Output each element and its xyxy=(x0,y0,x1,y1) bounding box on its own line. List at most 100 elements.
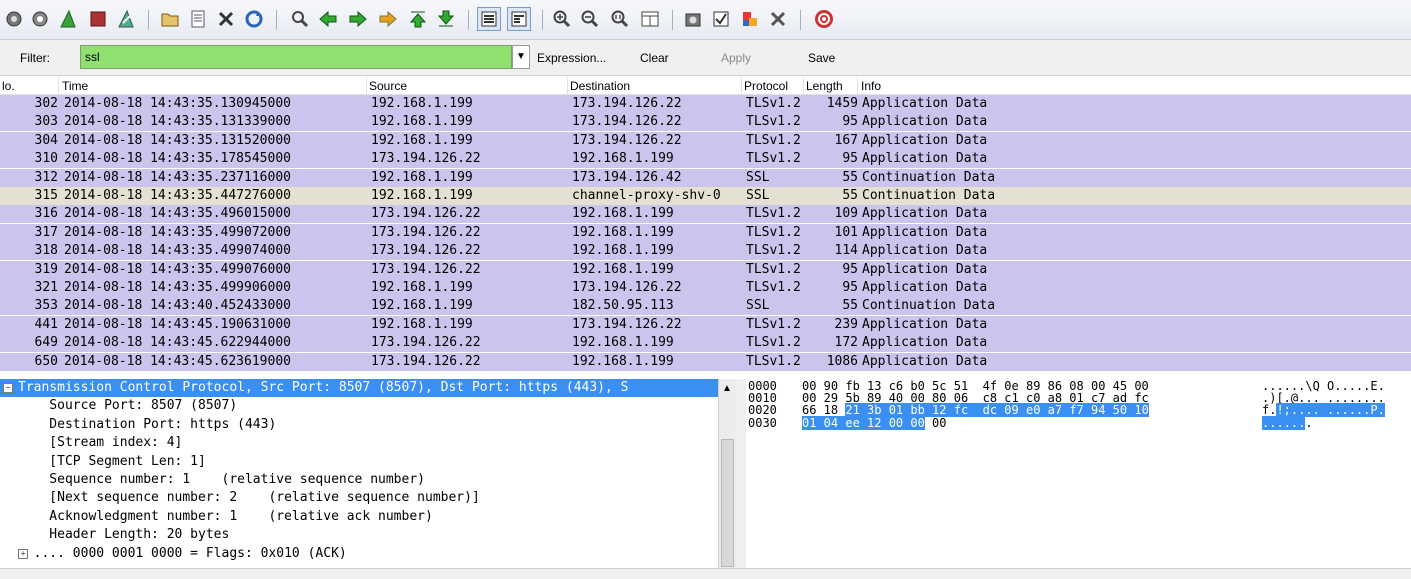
packet-row[interactable]: 304 2014-08-18 14:43:35.131520000 192.168.… xyxy=(0,131,1411,150)
zoom-in-icon[interactable] xyxy=(552,9,572,29)
ascii-bytes[interactable]: ......\Q O.....E. xyxy=(1262,380,1385,392)
packet-len-cell: 167 xyxy=(834,132,858,148)
apply-button[interactable]: Apply xyxy=(721,51,751,65)
go-back-icon[interactable] xyxy=(318,9,338,29)
packet-row[interactable]: 315 2014-08-18 14:43:35.447276000 192.168.… xyxy=(0,187,1411,205)
packet-row[interactable]: 312 2014-08-18 14:43:35.237116000 192.168.… xyxy=(0,168,1411,187)
capture-options-icon[interactable] xyxy=(30,9,50,29)
normal-size-icon[interactable] xyxy=(610,9,630,29)
detail-line-text: Sequence number: 1 (relative sequence nu… xyxy=(18,472,425,487)
scrollbar-thumb[interactable] xyxy=(721,439,734,567)
packet-info-cell: Application Data xyxy=(862,335,988,351)
save-button[interactable]: Save xyxy=(808,51,835,65)
packet-dst-cell: 192.168.1.199 xyxy=(572,224,674,240)
column-header-protocol[interactable]: Protocol xyxy=(744,79,788,93)
packet-time-cell: 2014-08-18 14:43:35.131339000 xyxy=(64,114,291,130)
byte-offset: 0000 xyxy=(748,379,777,393)
column-header-source[interactable]: Source xyxy=(369,79,407,93)
packet-info-cell: Application Data xyxy=(862,353,988,369)
packet-no-cell: 441 xyxy=(34,316,58,332)
packet-src-cell: 192.168.1.199 xyxy=(371,132,473,148)
packet-row[interactable]: 319 2014-08-18 14:43:35.499076000 173.194.… xyxy=(0,260,1411,279)
autoscroll-icon[interactable] xyxy=(507,7,531,31)
detail-line-text: .... 0000 0001 0000 = Flags: 0x010 (ACK) xyxy=(18,545,347,561)
restart-capture-icon[interactable] xyxy=(116,9,136,29)
preferences-icon[interactable] xyxy=(768,9,788,29)
help-icon[interactable] xyxy=(814,9,834,29)
packet-row[interactable]: 310 2014-08-18 14:43:35.178545000 173.194.… xyxy=(0,150,1411,169)
packet-src-cell: 192.168.1.199 xyxy=(371,96,473,111)
go-last-icon[interactable] xyxy=(436,9,456,29)
column-header-info[interactable]: Info xyxy=(861,79,881,93)
packet-details-pane: − Transmission Control Protocol, Src Port… xyxy=(0,379,718,568)
packet-row[interactable]: 353 2014-08-18 14:43:40.452433000 192.168.… xyxy=(0,297,1411,316)
column-header-destination[interactable]: Destination xyxy=(570,79,630,93)
packet-time-cell: 2014-08-18 14:43:35.499076000 xyxy=(64,261,291,277)
packet-src-cell: 192.168.1.199 xyxy=(371,280,473,295)
interface-list-icon[interactable] xyxy=(4,9,24,29)
colorize-icon[interactable] xyxy=(477,7,501,31)
ascii-bytes[interactable]: f.!;.... ......P. xyxy=(1262,403,1385,418)
capture-filters-icon[interactable] xyxy=(683,9,703,29)
packet-row[interactable]: 441 2014-08-18 14:43:45.190631000 192.168.… xyxy=(0,315,1411,334)
packet-row[interactable]: 302 2014-08-18 14:43:35.130945000 192.168.… xyxy=(0,95,1411,113)
start-capture-icon[interactable] xyxy=(58,9,78,29)
packet-proto-cell: SSL xyxy=(746,169,770,185)
ascii-bytes[interactable]: ....... xyxy=(1262,415,1313,430)
details-scrollbar[interactable]: ▲ xyxy=(718,379,736,568)
chevron-down-icon: ▼ xyxy=(516,51,526,62)
detail-line-text: [Stream index: 4] xyxy=(18,435,183,451)
column-header-length[interactable]: Length xyxy=(806,79,843,93)
save-file-icon[interactable] xyxy=(188,9,208,29)
packet-proto-cell: TLSv1.2 xyxy=(746,316,801,332)
packet-src-cell: 173.194.126.22 xyxy=(371,151,481,167)
clear-button[interactable]: Clear xyxy=(640,51,669,65)
packet-len-cell: 1459 xyxy=(826,96,858,111)
packet-row[interactable]: 316 2014-08-18 14:43:35.496015000 173.194.… xyxy=(0,205,1411,224)
column-header-time[interactable]: Time xyxy=(62,79,88,93)
zoom-out-icon[interactable] xyxy=(580,9,600,29)
packet-time-cell: 2014-08-18 14:43:45.622944000 xyxy=(64,335,291,351)
hex-bytes[interactable]: 01 04 ee 12 00 00 00 xyxy=(802,415,947,430)
column-header-no[interactable]: lo. xyxy=(2,79,15,93)
packet-info-cell: Application Data xyxy=(862,316,988,332)
highlighted-ascii: ...... xyxy=(1262,415,1306,430)
packet-row[interactable]: 303 2014-08-18 14:43:35.131339000 192.168.… xyxy=(0,113,1411,132)
go-to-packet-icon[interactable] xyxy=(378,9,398,29)
hex-bytes[interactable]: 00 29 5b 89 40 00 80 06 c8 c1 c0 a8 01 c… xyxy=(802,392,1149,404)
filter-history-dropdown[interactable]: ▼ xyxy=(512,45,530,69)
open-file-icon[interactable] xyxy=(160,9,180,29)
display-filter-input[interactable] xyxy=(80,45,512,69)
coloring-rules-icon[interactable] xyxy=(740,9,760,29)
packet-src-cell: 173.194.126.22 xyxy=(371,243,481,259)
stop-capture-icon[interactable] xyxy=(88,9,108,29)
packet-no-cell: 650 xyxy=(34,353,58,369)
packet-row[interactable]: 650 2014-08-18 14:43:45.623619000 173.194.… xyxy=(0,352,1411,371)
hex-bytes[interactable]: 00 90 fb 13 c6 b0 5c 51 4f 0e 89 86 08 0… xyxy=(802,380,1149,392)
packet-len-cell: 114 xyxy=(834,243,858,259)
go-first-icon[interactable] xyxy=(408,9,428,29)
ascii-text: . xyxy=(1305,415,1313,430)
packet-row[interactable]: 321 2014-08-18 14:43:35.499906000 192.168.… xyxy=(0,279,1411,297)
find-packet-icon[interactable] xyxy=(290,9,310,29)
packet-row[interactable]: 318 2014-08-18 14:43:35.499074000 173.194.… xyxy=(0,242,1411,261)
reload-icon[interactable] xyxy=(244,9,264,29)
packet-len-cell: 172 xyxy=(834,335,858,351)
close-file-icon[interactable] xyxy=(216,9,236,29)
go-forward-icon[interactable] xyxy=(348,9,368,29)
packet-row[interactable]: 317 2014-08-18 14:43:35.499072000 173.194.… xyxy=(0,223,1411,242)
display-filters-icon[interactable] xyxy=(711,9,731,29)
packet-row[interactable]: 649 2014-08-18 14:43:45.622944000 173.194.… xyxy=(0,334,1411,353)
ascii-bytes[interactable]: .)[.@... ........ xyxy=(1262,392,1385,404)
resize-columns-icon[interactable] xyxy=(640,9,660,29)
packet-dst-cell: channel-proxy-shv-0 xyxy=(572,188,721,203)
byte-offset: 0030 xyxy=(748,415,777,430)
packet-src-cell: 192.168.1.199 xyxy=(371,188,473,203)
packet-time-cell: 2014-08-18 14:43:35.130945000 xyxy=(64,96,291,111)
scroll-up-icon[interactable]: ▲ xyxy=(722,383,732,394)
pane-splitter[interactable] xyxy=(736,379,746,568)
expression-button[interactable]: Expression... xyxy=(537,51,606,65)
hex-bytes[interactable]: 66 18 21 3b 01 bb 12 fc dc 09 e0 a7 f7 9… xyxy=(802,403,1149,418)
tcp-tree-header[interactable]: − Transmission Control Protocol, Src Port… xyxy=(0,379,718,397)
collapse-icon[interactable]: − xyxy=(3,383,13,393)
